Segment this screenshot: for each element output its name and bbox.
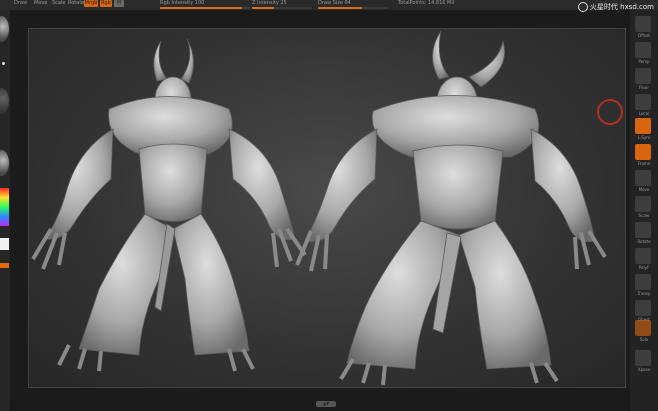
polyf-label: PolyF [638,265,650,270]
top-toolbar: Draw Move Scale Rotate Mrgb Rgb M Rgb In… [0,0,658,12]
transp-button[interactable] [635,274,651,290]
z-intensity-slider[interactable] [252,7,312,9]
rgb-intensity-label[interactable]: Rgb Intensity 100 [160,0,204,7]
material-thumbnail[interactable] [0,150,9,176]
left-shelf [0,10,10,411]
total-points-readout: TotalPoints: 14.816 Mil [398,0,455,6]
bottom-bar: ▲▼ [10,398,630,411]
xpose-button[interactable] [635,350,651,366]
right-shelf: Offset Persp Floor Local L.Sym Frame Mov… [630,10,658,411]
offset-button[interactable] [635,16,651,32]
ghost-button[interactable] [635,300,651,316]
canvas-viewport[interactable] [28,28,626,388]
sculpt-models[interactable] [29,29,625,387]
bottom-tray-toggle[interactable]: ▲▼ [316,401,336,407]
persp-button[interactable] [635,42,651,58]
mrgb-button[interactable]: Mrgb [84,0,98,7]
main-color-swatch[interactable] [0,238,9,250]
toolbar-item-scale[interactable]: Scale [52,0,65,7]
creature-left[interactable] [31,38,307,372]
local-button[interactable] [635,94,651,110]
solo-label: Solo [639,337,649,342]
lsym-label: L.Sym [637,135,651,140]
persp-label: Persp [638,59,650,64]
draw-size-label[interactable]: Draw Size 64 [318,0,351,7]
xpose-label: Xpose [637,367,651,372]
frame-label: Frame [637,161,651,166]
floor-button[interactable] [635,68,651,84]
creature-right[interactable] [295,30,607,386]
draw-size-slider[interactable] [318,7,388,9]
scale-button[interactable] [635,196,651,212]
scale-label: Scale [638,213,650,218]
rotate-label: Rotate [637,239,651,244]
toolbar-item-rotate[interactable]: Rotate [68,0,84,7]
rotate-button[interactable] [635,222,651,238]
z-intensity-label[interactable]: Z Intensity 25 [252,0,287,7]
color-picker[interactable] [0,188,9,226]
brush-thumbnail[interactable] [0,16,9,42]
toolbar-item-move[interactable]: Move [34,0,47,7]
solo-button[interactable] [635,320,651,336]
lsym-button[interactable] [635,118,651,134]
toolbar-item-draw[interactable]: Draw [14,0,27,7]
transp-label: Transp [637,291,651,296]
m-button[interactable]: M [114,0,124,7]
stroke-thumbnail[interactable] [2,62,5,65]
move-label: Move [638,187,650,192]
polyf-button[interactable] [635,248,651,264]
rgb-button[interactable]: Rgb [100,0,112,7]
frame-button[interactable] [635,144,651,160]
floor-label: Floor [639,85,649,90]
rgb-intensity-slider[interactable] [160,7,250,9]
secondary-color-swatch[interactable] [0,263,9,268]
logo-icon [577,2,588,12]
offset-label: Offset [637,33,651,38]
local-label: Local [638,111,650,116]
move-button[interactable] [635,170,651,186]
brush-cursor [597,99,623,125]
alpha-thumbnail[interactable] [0,88,9,114]
